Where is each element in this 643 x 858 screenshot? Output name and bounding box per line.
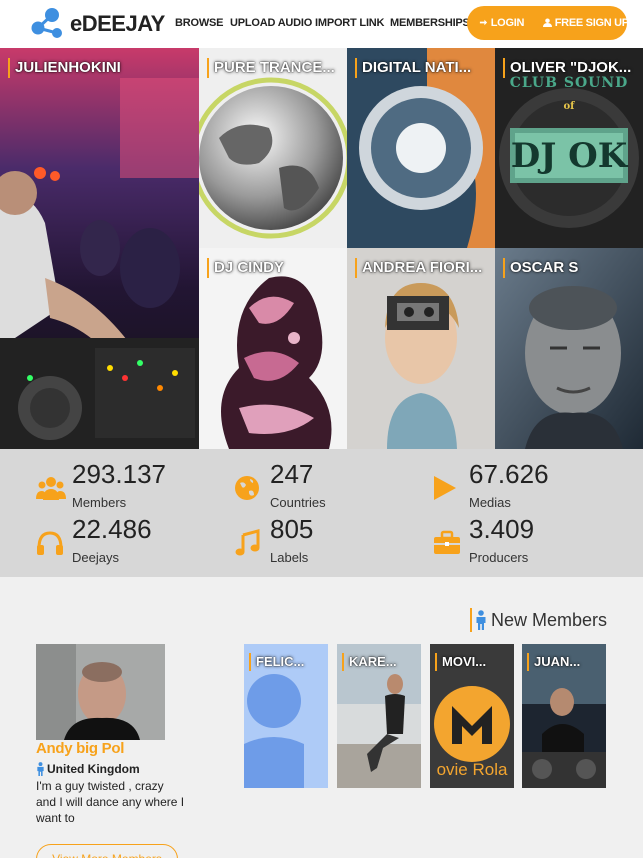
stat-label: Medias <box>469 495 511 510</box>
play-icon <box>434 476 456 500</box>
new-members-title: New Members <box>491 609 608 630</box>
tile-label: DIGITAL NATI... <box>355 58 489 78</box>
logo[interactable]: eDEEJAY <box>30 7 165 41</box>
artist-tile-andrea-fiori[interactable]: ANDREA FIORI... <box>347 248 495 449</box>
user-icon <box>543 18 552 27</box>
artist-tile-julienhokini[interactable]: JULIENHOKINI <box>0 48 199 449</box>
stat-label: Members <box>72 495 127 510</box>
globe-icon <box>235 476 259 500</box>
stat-label: Deejays <box>72 550 119 565</box>
stat-value: 22.486 <box>72 514 152 544</box>
artist-photo <box>495 248 643 449</box>
member-card[interactable]: FELIC... <box>244 644 328 788</box>
artist-tile-digital-nati[interactable]: DIGITAL NATI... <box>347 48 495 248</box>
featured-member-name[interactable]: Andy big Pol <box>36 740 124 757</box>
stat-label: Countries <box>270 495 326 510</box>
tile-label: FELIC... <box>249 653 322 671</box>
nav-import-link[interactable]: IMPORT LINK <box>315 17 384 29</box>
headphones-icon <box>37 531 63 555</box>
artist-photo <box>0 48 199 449</box>
top-navbar: eDEEJAY BROWSE UPLOAD AUDIO IMPORT LINK … <box>0 0 643 48</box>
login-button[interactable]: LOGIN <box>479 17 524 29</box>
tile-label: MOVI... <box>435 653 508 671</box>
person-icon <box>476 610 486 630</box>
view-more-members-button[interactable]: View More Members <box>36 844 178 858</box>
person-icon <box>37 762 44 776</box>
artist-tile-pure-trance[interactable]: PURE TRANCE... <box>199 48 347 248</box>
artist-tile-dj-cindy[interactable]: DJ CINDY <box>199 248 347 449</box>
tile-label: ANDREA FIORI... <box>355 258 489 278</box>
member-card[interactable]: KARE... <box>337 644 421 788</box>
edeejay-logo-icon <box>31 8 62 38</box>
featured-member-photo[interactable] <box>36 644 165 740</box>
dj-ok-text: DJ OK <box>510 136 628 176</box>
stat-value: 247 <box>270 459 314 489</box>
stat-value: 67.626 <box>469 459 549 489</box>
artist-photo <box>347 248 495 449</box>
tile-label: DJ CINDY <box>207 258 341 278</box>
stat-label: Labels <box>270 550 309 565</box>
briefcase-icon <box>434 530 460 554</box>
stat-value: 3.409 <box>469 514 535 544</box>
tile-label: JULIENHOKINI <box>8 58 193 78</box>
stat-label: Producers <box>469 550 529 565</box>
movie-rola-text: ovie Rola <box>436 760 508 779</box>
tile-label: JUAN... <box>527 653 600 671</box>
stat-value: 805 <box>270 514 314 544</box>
sign-in-icon <box>479 19 488 26</box>
users-icon <box>36 477 66 500</box>
auth-pill: LOGIN FREE SIGN UP <box>467 6 629 40</box>
member-card[interactable]: JUAN... <box>522 644 606 788</box>
member-avatar <box>36 644 165 740</box>
digital-artwork <box>347 48 495 248</box>
logo-text: eDEEJAY <box>70 11 165 36</box>
of-text: of <box>563 101 575 112</box>
stats-panel: 293.137 Members 247 Countries 67.626 Med… <box>0 449 643 577</box>
nav-browse[interactable]: BROWSE <box>175 17 224 29</box>
featured-member-country: United Kingdom <box>36 762 140 776</box>
member-card[interactable]: ovie Rola MOVI... <box>430 644 514 788</box>
globe-artwork <box>199 48 347 248</box>
free-signup-button[interactable]: FREE SIGN UP <box>543 17 629 29</box>
featured-member-bio: I'm a guy twisted , crazy and I will dan… <box>36 779 185 825</box>
psychedelic-portrait <box>199 248 347 449</box>
nav-memberships[interactable]: MEMBERSHIPS <box>390 17 470 29</box>
tile-label: PURE TRANCE... <box>207 58 341 78</box>
tile-label: OSCAR S <box>503 258 637 278</box>
stat-value: 293.137 <box>72 459 166 489</box>
nav-upload-audio[interactable]: UPLOAD AUDIO <box>230 17 312 29</box>
tile-label: OLIVER "DJOK... <box>503 58 637 78</box>
music-note-icon <box>235 529 260 556</box>
artist-tile-oliver-djok[interactable]: CLUB SOUND of DJ OK OLIVER "DJOK... <box>495 48 643 248</box>
new-members-heading: New Members <box>470 608 607 632</box>
artist-tile-oscar-s[interactable]: OSCAR S <box>495 248 643 449</box>
tile-label: KARE... <box>342 653 415 671</box>
